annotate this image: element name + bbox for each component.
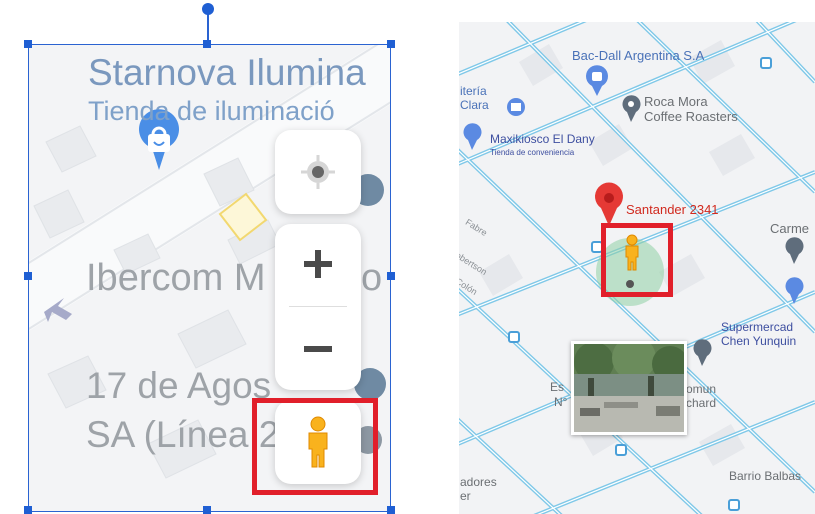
- place-label-roca-mora: Roca Mora: [644, 94, 708, 109]
- street-view-photo: [574, 344, 684, 432]
- place-label-maxikiosco-sub: Tienda de conveniencia: [490, 148, 575, 157]
- resize-handle-bottom-left[interactable]: [24, 506, 32, 514]
- place-label-teria: itería: [460, 84, 487, 98]
- resize-handle-top-left[interactable]: [24, 40, 32, 48]
- place-label-chard: chard: [686, 396, 717, 410]
- place-label-n: N°: [554, 395, 568, 409]
- resize-handle-left[interactable]: [24, 272, 32, 280]
- resize-handle-top-right[interactable]: [387, 40, 395, 48]
- place-label-es: Es: [550, 380, 565, 394]
- resize-handle-right[interactable]: [387, 272, 395, 280]
- place-label-roca-mora-sub: Coffee Roasters: [644, 109, 738, 124]
- place-label-carme: Carme: [770, 221, 810, 236]
- place-label-er: er: [460, 489, 471, 503]
- place-label-clara: Clara: [460, 98, 489, 112]
- highlight-box-pegman-drop: [601, 223, 673, 297]
- left-panel: Starnova Ilumina Tienda de iluminació Ib…: [0, 0, 420, 514]
- place-label-supermercado-sub: Chen Yunquin: [721, 334, 797, 348]
- street-map-view[interactable]: Bac-Dall Argentina S.A itería Clara Roca…: [459, 22, 815, 514]
- street-view-preview[interactable]: [571, 341, 687, 435]
- selected-address-label: Santander 2341: [626, 202, 719, 217]
- place-label-barrio-balbas: Barrio Balbas: [729, 469, 802, 483]
- resize-handle-top[interactable]: [203, 40, 211, 48]
- place-label-comun: omun: [686, 382, 717, 396]
- selection-frame: [28, 44, 391, 512]
- rotate-handle[interactable]: [201, 2, 215, 16]
- resize-handle-bottom[interactable]: [203, 506, 211, 514]
- place-label-supermercado: Supermercad: [721, 320, 794, 334]
- resize-handle-bottom-right[interactable]: [387, 506, 395, 514]
- place-label-adores: adores: [460, 475, 497, 489]
- place-label-bac-dall: Bac-Dall Argentina S.A: [572, 48, 705, 63]
- place-label-maxikiosco: Maxikiosco El Dany: [490, 132, 595, 146]
